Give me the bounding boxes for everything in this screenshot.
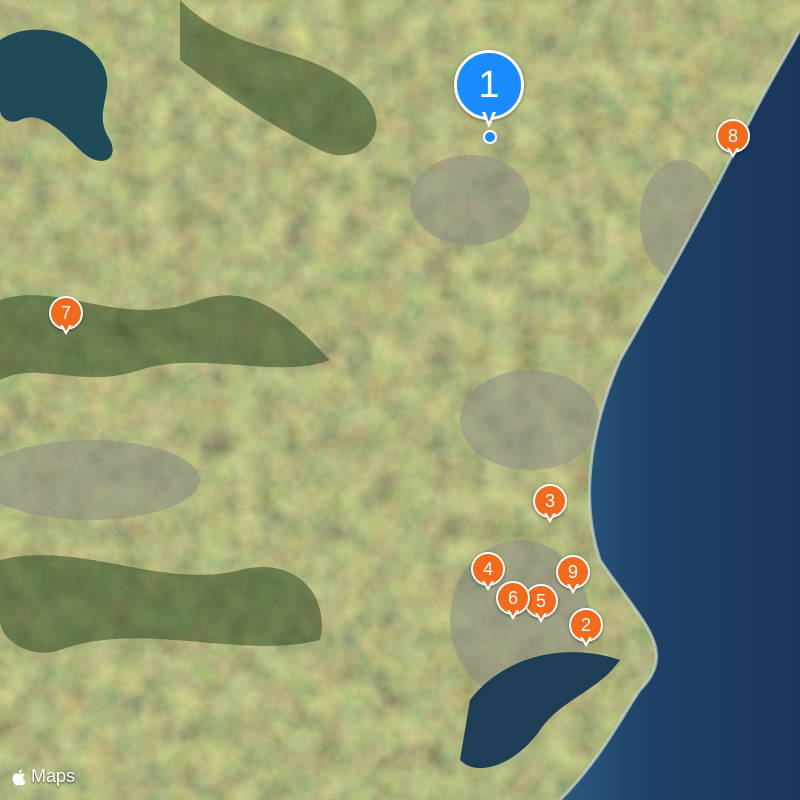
map-pin-7[interactable]: 7 [49, 296, 83, 340]
map-pin-1[interactable]: 1 [454, 50, 524, 146]
satellite-imagery [0, 0, 800, 800]
map-pin-icon: 1 [454, 50, 524, 120]
map-pin-2[interactable]: 2 [569, 608, 603, 652]
map-pin-3[interactable]: 3 [533, 484, 567, 528]
attribution-text: Maps [31, 766, 76, 786]
map-view[interactable]: 1 2 3 4 5 6 7 8 9 Maps [0, 0, 800, 800]
location-dot [483, 130, 497, 144]
maps-attribution[interactable]: Maps [12, 766, 75, 787]
map-pin-9[interactable]: 9 [556, 555, 590, 599]
map-pin-6[interactable]: 6 [496, 581, 530, 625]
map-pin-8[interactable]: 8 [716, 119, 750, 163]
apple-logo-icon [12, 768, 26, 785]
